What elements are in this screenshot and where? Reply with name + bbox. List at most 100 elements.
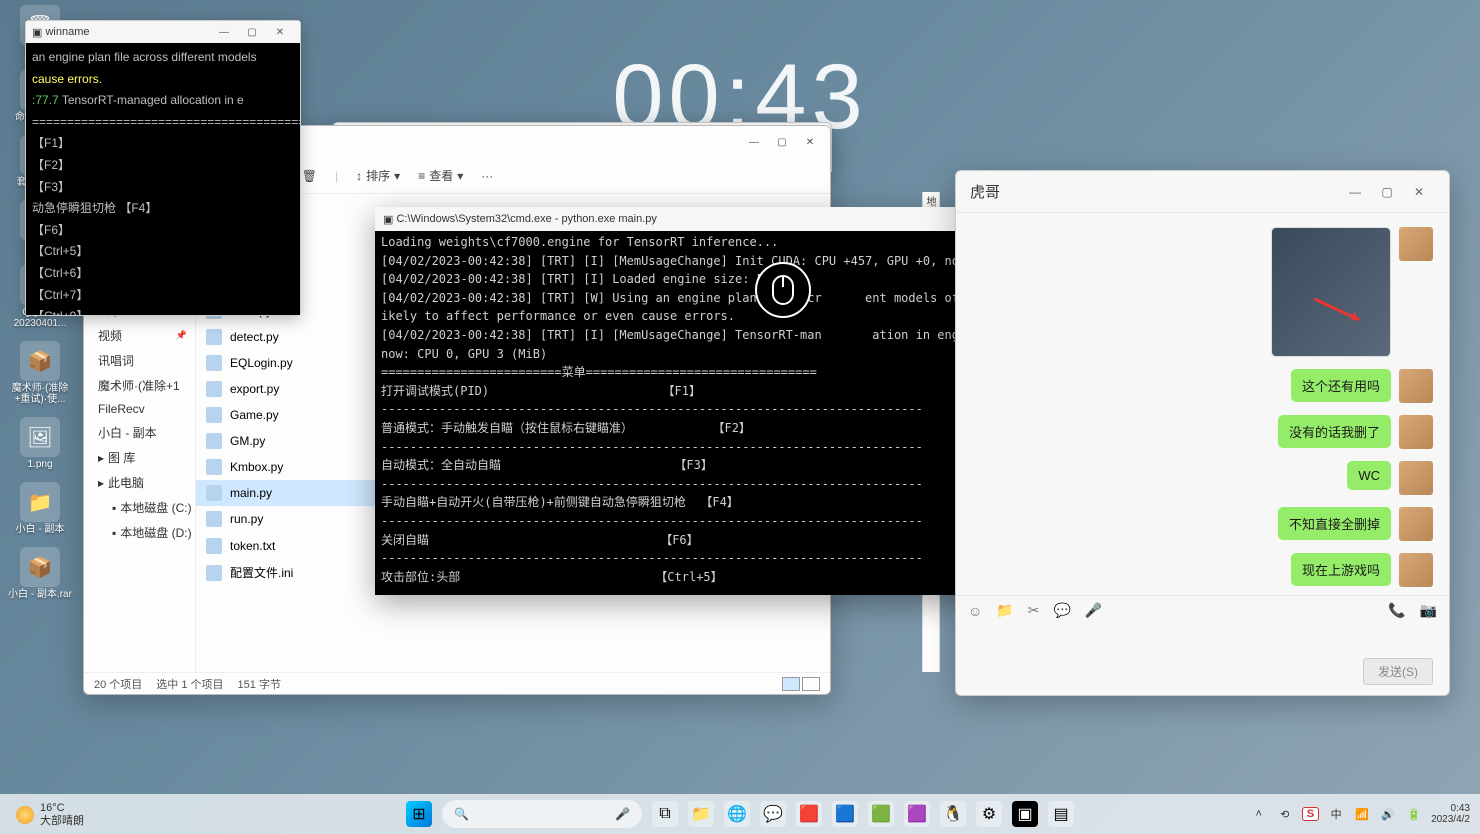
tree-item-label: 小白 - 副本 — [98, 424, 157, 441]
video-icon[interactable]: 📷 — [1420, 602, 1437, 619]
desktop-icon-glyph: 📦 — [20, 547, 60, 587]
message-bubble: 不知直接全删掉 — [1278, 507, 1391, 540]
file-icon — [206, 433, 222, 449]
desktop-icon[interactable]: 📦魔术师·(准除+重试)·使... — [4, 341, 76, 405]
toolbar-delete-icon[interactable]: 🗑 — [302, 169, 317, 183]
tray-ime-icon[interactable]: S — [1302, 807, 1319, 821]
mic-icon[interactable]: 🎤 — [615, 807, 630, 821]
desktop-icon[interactable]: 🖼1.png — [4, 417, 76, 470]
chat-header[interactable]: 虎哥 — ▢ ✕ — [956, 171, 1449, 213]
avatar[interactable] — [1399, 369, 1433, 403]
tree-item[interactable]: 视频 📌 — [84, 323, 195, 348]
close-button[interactable]: ✕ — [266, 22, 294, 42]
tree-item[interactable]: 小白 - 副本 — [84, 420, 195, 445]
task-view-button[interactable]: ⧉ — [652, 801, 678, 827]
tree-item-label: 此电脑 — [108, 474, 144, 491]
desktop-icon[interactable]: 📁小白 - 副本 — [4, 482, 76, 535]
message-image[interactable] — [1271, 227, 1391, 357]
taskbar-app-generic7[interactable]: ▤ — [1048, 801, 1074, 827]
taskbar-app-explorer[interactable]: 📁 — [688, 801, 714, 827]
tree-item[interactable]: ▸ 图 库 — [84, 445, 195, 470]
terminal-icon: ▣ — [32, 26, 42, 39]
status-item-count: 20 个项目 — [94, 676, 142, 692]
tree-item[interactable]: FileRecv — [84, 398, 195, 420]
small-terminal-titlebar[interactable]: ▣ winname — ▢ ✕ — [26, 21, 300, 43]
avatar[interactable] — [1399, 461, 1433, 495]
taskbar-app-generic2[interactable]: 🟦 — [832, 801, 858, 827]
tree-item-label: 本地磁盘 (C:) — [120, 499, 191, 516]
tree-item[interactable]: 魔术师·(准除+1 — [84, 373, 195, 398]
taskbar-app-edge[interactable]: 🌐 — [724, 801, 750, 827]
taskbar-search[interactable]: 🔍🎤 — [442, 800, 642, 828]
taskbar-app-chat[interactable]: 💬 — [760, 801, 786, 827]
file-icon — [206, 407, 222, 423]
taskbar-app-terminal[interactable]: ▣ — [1012, 801, 1038, 827]
pin-icon: 📌 — [176, 330, 187, 341]
tray-clock[interactable]: 0:432023/4/2 — [1431, 803, 1470, 825]
view-details-button[interactable] — [782, 677, 800, 691]
file-icon — [206, 355, 222, 371]
desktop-icon[interactable]: 📦小白 - 副本.rar — [4, 547, 76, 600]
taskbar-center: ⊞ 🔍🎤 ⧉ 📁 🌐 💬 🟥 🟦 🟩 🟪 🐧 ⚙ ▣ ▤ — [406, 800, 1074, 828]
avatar[interactable] — [1399, 415, 1433, 449]
tree-item[interactable]: 讯唱词 — [84, 348, 195, 373]
message-icon[interactable]: 💬 — [1053, 602, 1070, 619]
avatar[interactable] — [1399, 507, 1433, 541]
emoji-icon[interactable]: ☺ — [968, 603, 982, 619]
chat-max-button[interactable]: ▢ — [1371, 185, 1403, 199]
desktop-icon-label: 魔术师·(准除+重试)·使... — [4, 383, 76, 405]
taskbar-app-generic3[interactable]: 🟩 — [868, 801, 894, 827]
send-button[interactable]: 发送(S) — [1363, 658, 1433, 685]
tree-item[interactable]: ▸ 此电脑 — [84, 470, 195, 495]
toolbar-more[interactable]: ··· — [481, 169, 493, 183]
file-icon[interactable]: 📁 — [996, 602, 1013, 619]
chat-close-button[interactable]: ✕ — [1403, 185, 1435, 199]
tray-wifi-icon[interactable]: 📶 — [1353, 808, 1371, 821]
tray-lang[interactable]: 中 — [1327, 806, 1345, 822]
taskbar-app-generic5[interactable]: 🐧 — [940, 801, 966, 827]
toolbar-view[interactable]: ≡ 查看 ▾ — [418, 167, 463, 184]
view-icons-button[interactable] — [802, 677, 820, 691]
message-row: 不知直接全删掉 — [972, 507, 1433, 541]
phone-icon[interactable]: 📞 — [1388, 602, 1405, 619]
tree-item-label: 视频 — [98, 327, 122, 344]
minimize-button[interactable]: — — [740, 132, 768, 152]
chat-min-button[interactable]: — — [1339, 185, 1371, 199]
taskbar-app-generic4[interactable]: 🟪 — [904, 801, 930, 827]
taskbar-app-generic1[interactable]: 🟥 — [796, 801, 822, 827]
tray-volume-icon[interactable]: 🔊 — [1379, 808, 1397, 821]
scissors-icon[interactable]: ✂ — [1028, 602, 1040, 619]
message-row: WC — [972, 461, 1433, 495]
message-row: 没有的话我删了 — [972, 415, 1433, 449]
toolbar-sort[interactable]: ↕ 排序 ▾ — [356, 167, 400, 184]
weather-temp: 16°C — [40, 802, 84, 815]
mic-icon[interactable]: 🎤 — [1085, 602, 1102, 619]
avatar[interactable] — [1399, 227, 1433, 261]
tree-item[interactable]: ▪ 本地磁盘 (C:) — [84, 495, 195, 520]
minimize-button[interactable]: — — [210, 22, 238, 42]
message-row — [972, 227, 1433, 357]
tray-chevron-icon[interactable]: ˄ — [1250, 808, 1268, 820]
avatar[interactable] — [1399, 553, 1433, 587]
cmd-title: C:\Windows\System32\cmd.exe - python.exe… — [396, 213, 656, 225]
maximize-button[interactable]: ▢ — [238, 22, 266, 42]
chat-messages: 这个还有用吗没有的话我删了WC不知直接全删掉现在上游戏吗 — [956, 213, 1449, 595]
maximize-button[interactable]: ▢ — [768, 132, 796, 152]
tray-battery-icon[interactable]: 🔋 — [1405, 808, 1423, 821]
tree-item[interactable]: ▪ 本地磁盘 (D:) — [84, 520, 195, 545]
taskbar-app-generic6[interactable]: ⚙ — [976, 801, 1002, 827]
tray-sync-icon[interactable]: ⟲ — [1276, 808, 1294, 821]
close-button[interactable]: ✕ — [796, 132, 824, 152]
message-row: 现在上游戏吗 — [972, 553, 1433, 587]
message-bubble: 现在上游戏吗 — [1291, 553, 1391, 586]
start-button[interactable]: ⊞ — [406, 801, 432, 827]
file-icon — [206, 459, 222, 475]
message-bubble: 没有的话我删了 — [1278, 415, 1391, 448]
chat-input-area[interactable]: 发送(S) — [956, 625, 1449, 695]
chat-toolbar: ☺ 📁 ✂ 💬 🎤 📞 📷 — [956, 595, 1449, 625]
small-terminal-window: ▣ winname — ▢ ✕ an engine plan file acro… — [25, 20, 301, 316]
file-icon — [206, 485, 222, 501]
explorer-statusbar: 20 个项目 选中 1 个项目 151 字节 — [84, 672, 830, 694]
small-terminal-title: winname — [45, 26, 89, 38]
taskbar-weather[interactable]: 16°C 大部晴朗 — [16, 802, 84, 828]
